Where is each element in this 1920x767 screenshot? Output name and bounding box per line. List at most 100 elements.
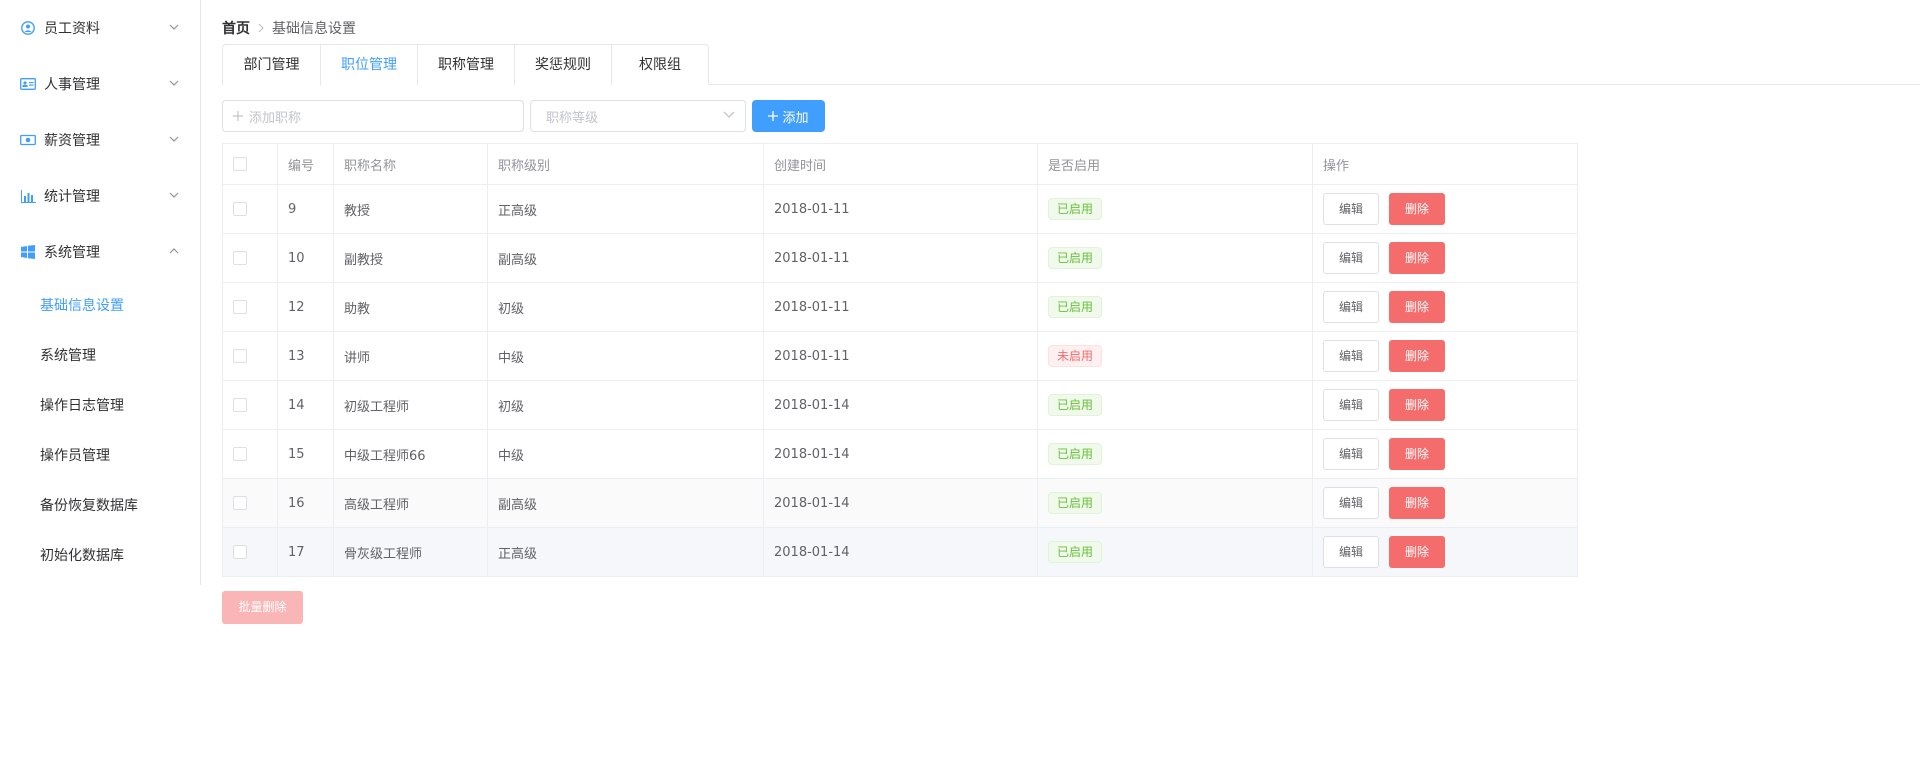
cell-level: 初级 bbox=[487, 282, 764, 332]
breadcrumb-home[interactable]: 首页 bbox=[222, 18, 250, 38]
tab-reward-rules[interactable]: 奖惩规则 bbox=[514, 45, 611, 85]
table-row: 15 中级工程师66 中级 2018-01-14 已启用 编辑 删除 bbox=[222, 429, 1578, 479]
cell-actions: 编辑 删除 bbox=[1312, 184, 1578, 234]
bar-chart-icon bbox=[20, 188, 36, 204]
row-checkbox[interactable] bbox=[233, 300, 247, 314]
delete-button[interactable]: 删除 bbox=[1389, 291, 1445, 323]
delete-button[interactable]: 删除 bbox=[1389, 242, 1445, 274]
plus-icon bbox=[768, 111, 779, 121]
cell-created: 2018-01-14 bbox=[763, 380, 1038, 430]
add-button-label: 添加 bbox=[782, 110, 809, 126]
cell-id: 14 bbox=[277, 380, 334, 430]
input-placeholder: 添加职称 bbox=[249, 110, 302, 126]
edit-button[interactable]: 编辑 bbox=[1323, 389, 1379, 421]
cell-status: 已启用 bbox=[1037, 233, 1313, 283]
cell-created: 2018-01-11 bbox=[763, 233, 1038, 283]
select-all-checkbox[interactable] bbox=[233, 157, 247, 171]
row-checkbox[interactable] bbox=[233, 349, 247, 363]
sidebar: 员工资料 人事管理 薪资管理 统计管理 系统管理 基础信息设置 系统管理 操作日… bbox=[0, 0, 201, 585]
cell-actions: 编辑 删除 bbox=[1312, 282, 1578, 332]
add-title-input[interactable]: 添加职称 bbox=[222, 100, 524, 132]
cell-created: 2018-01-11 bbox=[763, 282, 1038, 332]
tab-position[interactable]: 职位管理 bbox=[320, 45, 417, 86]
row-check-cell bbox=[222, 184, 278, 234]
col-actions: 操作 bbox=[1312, 143, 1578, 185]
menu-system[interactable]: 系统管理 bbox=[0, 224, 200, 280]
cell-id: 9 bbox=[277, 184, 334, 234]
chevron-down-icon bbox=[169, 134, 179, 144]
cell-name: 副教授 bbox=[333, 233, 488, 283]
edit-button[interactable]: 编辑 bbox=[1323, 438, 1379, 470]
tab-department[interactable]: 部门管理 bbox=[223, 45, 320, 85]
tab-title[interactable]: 职称管理 bbox=[417, 45, 514, 85]
cell-name: 骨灰级工程师 bbox=[333, 527, 488, 577]
select-all-cell bbox=[222, 143, 278, 185]
cell-created: 2018-01-14 bbox=[763, 478, 1038, 528]
edit-button[interactable]: 编辑 bbox=[1323, 193, 1379, 225]
cell-actions: 编辑 删除 bbox=[1312, 429, 1578, 479]
cell-status: 已启用 bbox=[1037, 184, 1313, 234]
cell-name: 初级工程师 bbox=[333, 380, 488, 430]
cell-created: 2018-01-11 bbox=[763, 331, 1038, 381]
menu-salary[interactable]: 薪资管理 bbox=[0, 112, 200, 168]
delete-button[interactable]: 删除 bbox=[1389, 193, 1445, 225]
submenu-operator[interactable]: 操作员管理 bbox=[0, 430, 200, 480]
row-checkbox[interactable] bbox=[233, 251, 247, 265]
edit-button[interactable]: 编辑 bbox=[1323, 487, 1379, 519]
cell-level: 副高级 bbox=[487, 478, 764, 528]
windows-icon bbox=[20, 244, 36, 260]
delete-button[interactable]: 删除 bbox=[1389, 487, 1445, 519]
menu-hr[interactable]: 人事管理 bbox=[0, 56, 200, 112]
submenu-operation-log[interactable]: 操作日志管理 bbox=[0, 380, 200, 430]
chevron-down-icon bbox=[169, 78, 179, 88]
row-checkbox[interactable] bbox=[233, 398, 247, 412]
submenu-system[interactable]: 系统管理 bbox=[0, 330, 200, 380]
cell-created: 2018-01-14 bbox=[763, 527, 1038, 577]
row-checkbox[interactable] bbox=[233, 545, 247, 559]
id-card-icon bbox=[20, 76, 36, 92]
edit-button[interactable]: 编辑 bbox=[1323, 242, 1379, 274]
row-check-cell bbox=[222, 331, 278, 381]
row-checkbox[interactable] bbox=[233, 202, 247, 216]
chevron-down-icon bbox=[723, 111, 735, 119]
col-enabled: 是否启用 bbox=[1037, 143, 1313, 185]
tab-permission-group[interactable]: 权限组 bbox=[611, 45, 708, 85]
menu-stats[interactable]: 统计管理 bbox=[0, 168, 200, 224]
cell-status: 已启用 bbox=[1037, 282, 1313, 332]
edit-button[interactable]: 编辑 bbox=[1323, 536, 1379, 568]
submenu-backup[interactable]: 备份恢复数据库 bbox=[0, 480, 200, 530]
edit-button[interactable]: 编辑 bbox=[1323, 291, 1379, 323]
table-row: 13 讲师 中级 2018-01-11 未启用 编辑 删除 bbox=[222, 331, 1578, 381]
add-button[interactable]: 添加 bbox=[752, 100, 825, 132]
cell-id: 10 bbox=[277, 233, 334, 283]
breadcrumb: 首页 基础信息设置 bbox=[222, 18, 356, 38]
status-badge: 已启用 bbox=[1048, 247, 1103, 269]
cell-status: 已启用 bbox=[1037, 380, 1313, 430]
row-check-cell bbox=[222, 527, 278, 577]
row-checkbox[interactable] bbox=[233, 447, 247, 461]
batch-delete-button[interactable]: 批量删除 bbox=[222, 591, 303, 624]
title-level-select[interactable]: 职称等级 bbox=[530, 100, 746, 132]
cell-actions: 编辑 删除 bbox=[1312, 380, 1578, 430]
delete-button[interactable]: 删除 bbox=[1389, 438, 1445, 470]
cell-name: 教授 bbox=[333, 184, 488, 234]
cell-id: 16 bbox=[277, 478, 334, 528]
delete-button[interactable]: 删除 bbox=[1389, 340, 1445, 372]
delete-button[interactable]: 删除 bbox=[1389, 389, 1445, 421]
submenu-init-db[interactable]: 初始化数据库 bbox=[0, 530, 200, 580]
user-circle-icon bbox=[20, 20, 36, 36]
cell-created: 2018-01-14 bbox=[763, 429, 1038, 479]
chevron-right-icon bbox=[258, 23, 264, 33]
delete-button[interactable]: 删除 bbox=[1389, 536, 1445, 568]
row-check-cell bbox=[222, 233, 278, 283]
row-checkbox[interactable] bbox=[233, 496, 247, 510]
cell-level: 中级 bbox=[487, 429, 764, 479]
menu-employee[interactable]: 员工资料 bbox=[0, 0, 200, 56]
edit-button[interactable]: 编辑 bbox=[1323, 340, 1379, 372]
cell-status: 已启用 bbox=[1037, 478, 1313, 528]
cell-status: 已启用 bbox=[1037, 429, 1313, 479]
table-row: 14 初级工程师 初级 2018-01-14 已启用 编辑 删除 bbox=[222, 380, 1578, 430]
status-badge: 已启用 bbox=[1048, 492, 1103, 514]
cell-name: 助教 bbox=[333, 282, 488, 332]
submenu-basic-info[interactable]: 基础信息设置 bbox=[0, 280, 200, 330]
